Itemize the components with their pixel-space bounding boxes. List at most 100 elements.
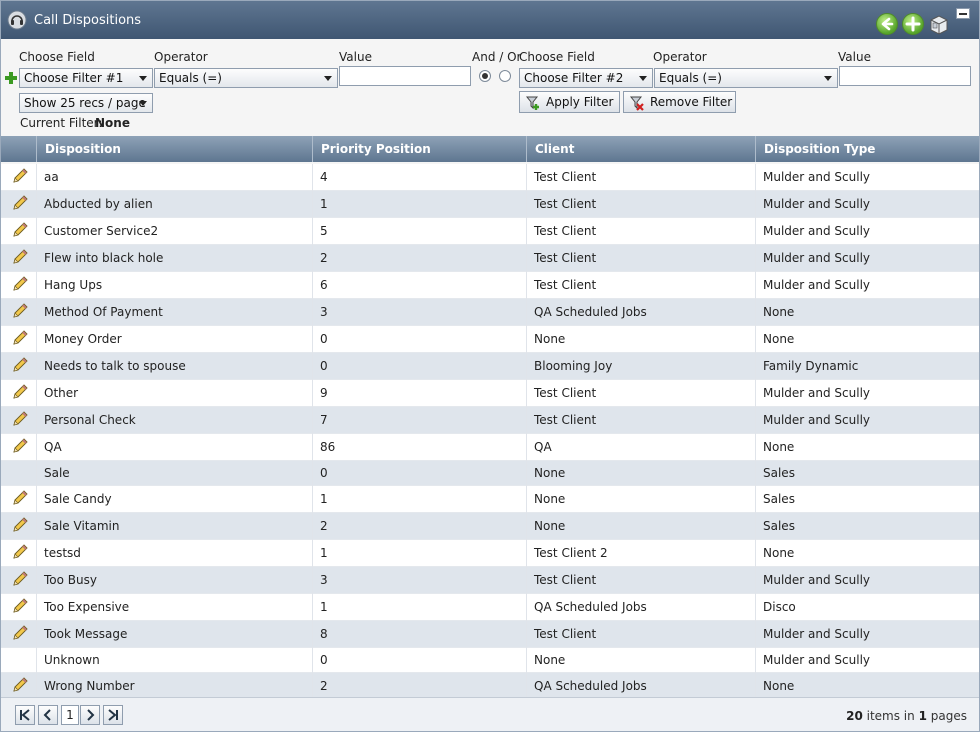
table-row[interactable]: Too Busy 3 Test Client Mulder and Scully — [1, 567, 979, 594]
cell-type: Disco — [763, 600, 796, 614]
first-page-button[interactable] — [15, 705, 35, 725]
table-row[interactable]: testsd 1 Test Client 2 None — [1, 540, 979, 567]
column-header-type[interactable]: Disposition Type — [755, 136, 979, 162]
cell-client: Test Client — [534, 170, 597, 184]
cell-disposition: Unknown — [44, 653, 100, 667]
cell-client: None — [534, 519, 566, 533]
cell-client: Test Client — [534, 224, 597, 238]
pencil-icon[interactable] — [11, 248, 29, 266]
pencil-icon[interactable] — [11, 516, 29, 534]
cell-type: Mulder and Scully — [763, 413, 871, 427]
cell-priority: 7 — [320, 413, 328, 427]
apply-filter-label: Apply Filter — [546, 95, 614, 109]
pencil-icon[interactable] — [11, 302, 29, 320]
back-arrow-icon[interactable] — [876, 13, 898, 35]
remove-filter-icon — [629, 95, 644, 111]
table-row[interactable]: Hang Ups 6 Test Client Mulder and Scully — [1, 272, 979, 299]
next-page-button[interactable] — [80, 705, 100, 725]
cell-disposition: Customer Service2 — [44, 224, 159, 238]
items-in-text: items in — [866, 709, 915, 723]
edit-column-header — [1, 136, 36, 162]
cell-type: Mulder and Scully — [763, 278, 871, 292]
last-page-button[interactable] — [103, 705, 123, 725]
filter-value-input-1[interactable] — [339, 66, 471, 86]
table-row[interactable]: Abducted by alien 1 Test Client Mulder and … — [1, 191, 979, 218]
table-row[interactable]: Sale Candy 1 None Sales — [1, 486, 979, 513]
cell-disposition: aa — [44, 170, 59, 184]
pencil-icon[interactable] — [11, 410, 29, 428]
prev-page-button[interactable] — [38, 705, 58, 725]
cell-client: QA Scheduled Jobs — [534, 679, 647, 693]
cell-priority: 0 — [320, 359, 328, 373]
table-row[interactable]: Personal Check 7 Test Client Mulder and Scu… — [1, 407, 979, 434]
filter-field-select-2[interactable]: Choose Filter #2 — [519, 68, 653, 88]
table-row[interactable]: Wrong Number 2 QA Scheduled Jobs None — [1, 673, 979, 700]
cell-disposition: Too Busy — [44, 573, 97, 587]
cell-disposition: Took Message — [44, 627, 128, 641]
add-icon[interactable] — [902, 13, 924, 35]
call-dispositions-window: Call Dispositions Choose Field Operator … — [0, 0, 980, 732]
pencil-icon[interactable] — [11, 194, 29, 212]
pencil-icon[interactable] — [11, 356, 29, 374]
table-row[interactable]: Needs to talk to spouse 0 Blooming Joy Fami… — [1, 353, 979, 380]
cell-client: QA — [534, 440, 552, 454]
cell-disposition: Sale Vitamin — [44, 519, 120, 533]
table-row[interactable]: Sale Vitamin 2 None Sales — [1, 513, 979, 540]
operator-label-1: Operator — [154, 50, 208, 64]
title-bar: Call Dispositions — [1, 1, 979, 39]
table-row[interactable]: Method Of Payment 3 QA Scheduled Jobs None — [1, 299, 979, 326]
pencil-icon[interactable] — [11, 597, 29, 615]
and-radio[interactable] — [479, 70, 491, 82]
table-row[interactable]: Flew into black hole 2 Test Client Mulder a… — [1, 245, 979, 272]
pencil-icon[interactable] — [11, 624, 29, 642]
cell-disposition: Too Expensive — [44, 600, 130, 614]
table-row[interactable]: Unknown 0 None Mulder and Scully — [1, 648, 979, 673]
table-row[interactable]: aa 4 Test Client Mulder and Scully — [1, 164, 979, 191]
operator-select-1[interactable]: Equals (=) — [154, 68, 338, 88]
cell-disposition: Sale Candy — [44, 492, 112, 506]
cell-type: Mulder and Scully — [763, 653, 871, 667]
cell-disposition: Hang Ups — [44, 278, 103, 292]
remove-filter-button[interactable]: Remove Filter — [623, 91, 736, 113]
cell-client: Test Client — [534, 251, 597, 265]
export-box-icon[interactable] — [927, 12, 951, 36]
add-filter-plus-icon[interactable] — [4, 71, 18, 85]
minimize-icon[interactable] — [956, 8, 970, 19]
pencil-icon[interactable] — [11, 221, 29, 239]
table-row[interactable]: Took Message 8 Test Client Mulder and Scull… — [1, 621, 979, 648]
cell-disposition: Abducted by alien — [44, 197, 153, 211]
cell-disposition: Personal Check — [44, 413, 136, 427]
column-header-priority[interactable]: Priority Position — [312, 136, 526, 162]
cell-priority: 1 — [320, 600, 328, 614]
page-number-1[interactable]: 1 — [61, 705, 79, 725]
table-row[interactable]: Sale 0 None Sales — [1, 461, 979, 486]
pencil-icon[interactable] — [11, 570, 29, 588]
filter-field-select-1[interactable]: Choose Filter #1 — [19, 68, 153, 88]
cell-type: Mulder and Scully — [763, 224, 871, 238]
pencil-icon[interactable] — [11, 543, 29, 561]
page-size-select[interactable]: Show 25 recs / page — [19, 93, 153, 113]
table-row[interactable]: Other 9 Test Client Mulder and Scully — [1, 380, 979, 407]
pencil-icon[interactable] — [11, 383, 29, 401]
apply-filter-button[interactable]: Apply Filter — [519, 91, 620, 113]
cell-disposition: Method Of Payment — [44, 305, 163, 319]
pencil-icon[interactable] — [11, 329, 29, 347]
pencil-icon[interactable] — [11, 275, 29, 293]
cell-priority: 0 — [320, 332, 328, 346]
table-row[interactable]: QA 86 QA None — [1, 434, 979, 461]
pencil-icon[interactable] — [11, 489, 29, 507]
pencil-icon[interactable] — [11, 437, 29, 455]
cell-type: None — [763, 546, 795, 560]
column-header-disposition[interactable]: Disposition — [36, 136, 312, 162]
table-row[interactable]: Too Expensive 1 QA Scheduled Jobs Disco — [1, 594, 979, 621]
or-radio[interactable] — [499, 70, 511, 82]
operator-select-2[interactable]: Equals (=) — [654, 68, 838, 88]
cell-priority: 0 — [320, 466, 328, 480]
table-row[interactable]: Customer Service2 5 Test Client Mulder and … — [1, 218, 979, 245]
field-label-1: Choose Field — [19, 50, 95, 64]
pencil-icon[interactable] — [11, 676, 29, 694]
table-row[interactable]: Money Order 0 None None — [1, 326, 979, 353]
pencil-icon[interactable] — [11, 167, 29, 185]
column-header-client[interactable]: Client — [526, 136, 755, 162]
filter-value-input-2[interactable] — [839, 66, 971, 86]
